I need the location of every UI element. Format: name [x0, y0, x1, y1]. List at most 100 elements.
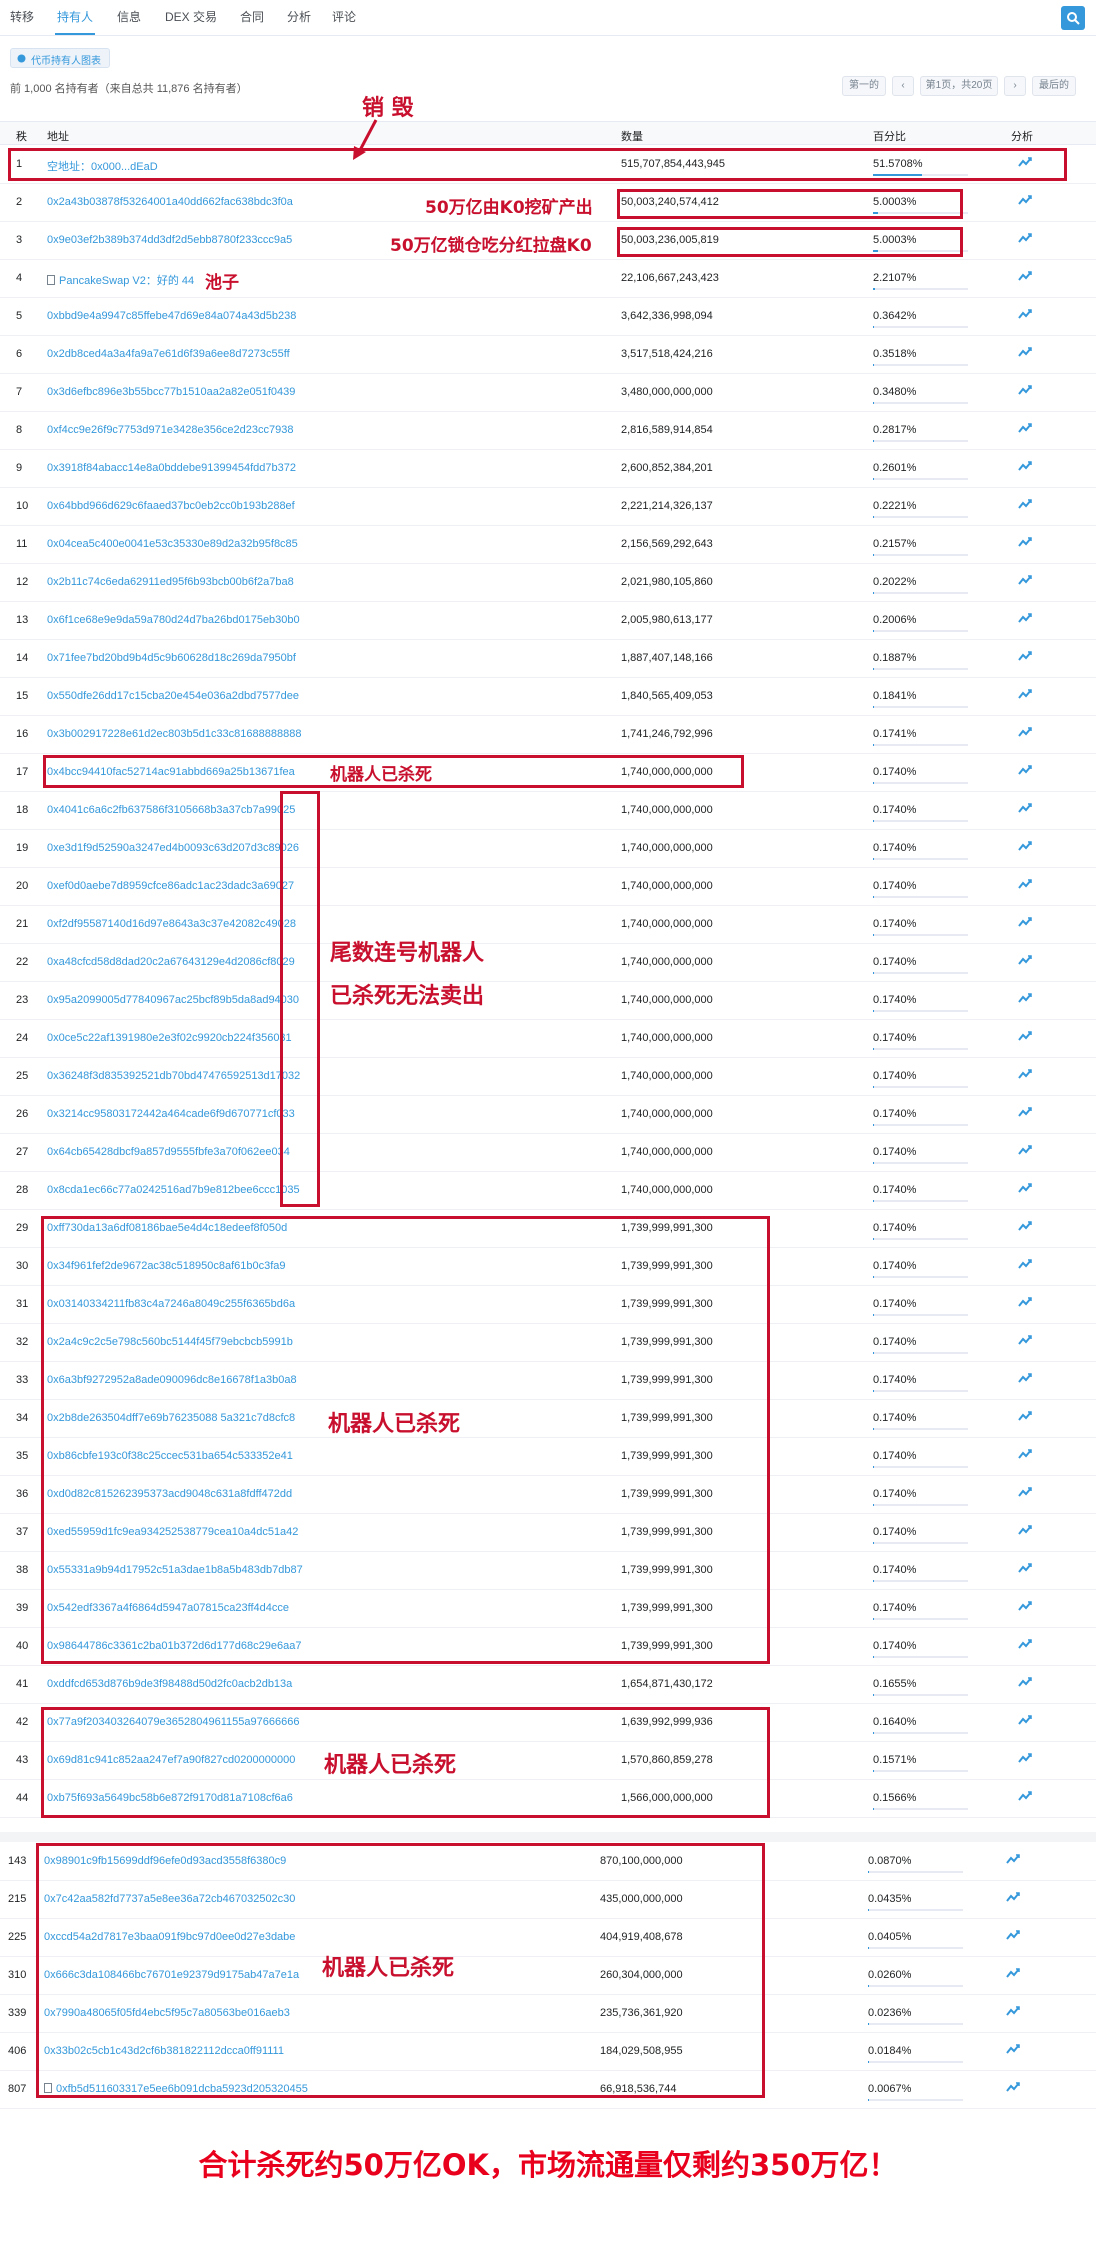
analytics-chart-icon[interactable]	[1018, 1258, 1032, 1273]
tab-analytics[interactable]: 分析	[287, 8, 311, 25]
analytics-chart-icon[interactable]	[1018, 1638, 1032, 1653]
analytics-chart-icon[interactable]	[1018, 1144, 1032, 1159]
analytics-chart-icon[interactable]	[1018, 536, 1032, 551]
address-link[interactable]: PancakeSwap V2：好的 44	[47, 272, 194, 288]
pager-first-button[interactable]: 第一的	[842, 76, 886, 96]
analytics-chart-icon[interactable]	[1018, 878, 1032, 893]
analytics-chart-icon[interactable]	[1018, 1182, 1032, 1197]
address-link[interactable]: 0x6f1ce68e9e9da59a780d24d7ba26bd0175eb30…	[47, 614, 300, 626]
address-link[interactable]: 0xf4cc9e26f9c7753d971e3428e356ce2d23cc79…	[47, 424, 294, 436]
address-link[interactable]: 0x3d6efbc896e3b55bcc77b1510aa2a82e051f04…	[47, 386, 295, 398]
analytics-chart-icon[interactable]	[1018, 1714, 1032, 1729]
analytics-chart-icon[interactable]	[1018, 194, 1032, 209]
analytics-chart-icon[interactable]	[1018, 1410, 1032, 1425]
address-link[interactable]: 0xef0d0aebe7d8959cfce86adc1ac23dadc3a690…	[47, 880, 294, 892]
token-holders-chart-button[interactable]: 代币持有人图表	[10, 48, 110, 68]
percentage-cell: 0.0870%	[868, 1855, 912, 1867]
address-link[interactable]: 0x71fee7bd20bd9b4d5c9b60628d18c269da7950…	[47, 652, 296, 664]
pager-next-button[interactable]: ›	[1004, 76, 1026, 96]
analytics-chart-icon[interactable]	[1018, 650, 1032, 665]
analytics-chart-icon[interactable]	[1018, 1372, 1032, 1387]
address-link[interactable]: 0x550dfe26dd17c15cba20e454e036a2dbd7577d…	[47, 690, 299, 702]
address-link[interactable]: 0xa48cfcd58d8dad20c2a67643129e4d2086cf80…	[47, 956, 295, 968]
analytics-chart-icon[interactable]	[1006, 2081, 1020, 2096]
address-link[interactable]: 0x0ce5c22af1391980e2e3f02c9920cb224f3560…	[47, 1032, 292, 1044]
analytics-chart-icon[interactable]	[1018, 802, 1032, 817]
address-link[interactable]: 0x36248f3d835392521db70bd47476592513d170…	[47, 1070, 300, 1082]
address-link[interactable]: 0xbbd9e4a9947c85ffebe47d69e84a074a43d5b2…	[47, 310, 296, 322]
pie-chart-icon	[17, 54, 26, 63]
address-link[interactable]: 0x04cea5c400e0041e53c35330e89d2a32b95f8c…	[47, 538, 298, 550]
tab-comments[interactable]: 评论	[332, 8, 356, 25]
tab-dex-trades[interactable]: DEX 交易	[165, 8, 217, 25]
search-button[interactable]	[1061, 6, 1085, 30]
analytics-chart-icon[interactable]	[1018, 232, 1032, 247]
analytics-chart-icon[interactable]	[1018, 1030, 1032, 1045]
analytics-chart-icon[interactable]	[1018, 992, 1032, 1007]
address-link[interactable]: 0x2a43b03878f53264001a40dd662fac638bdc3f…	[47, 196, 293, 208]
table-row: 15 0x550dfe26dd17c15cba20e454e036a2dbd757…	[0, 678, 1096, 716]
analytics-chart-icon[interactable]	[1018, 1486, 1032, 1501]
analytics-chart-icon[interactable]	[1018, 1106, 1032, 1121]
address-link[interactable]: 0x3214cc95803172442a464cade6f9d670771cf0…	[47, 1108, 295, 1120]
address-link[interactable]: 0x2db8ced4a3a4fa9a7e61d6f39a6ee8d7273c55…	[47, 348, 290, 360]
percentage-cell: 0.1571%	[873, 1754, 917, 1766]
analytics-chart-icon[interactable]	[1006, 2043, 1020, 2058]
address-link[interactable]: 0x64cb65428dbcf9a857d9555fbfe3a70f062ee0…	[47, 1146, 290, 1158]
analytics-chart-icon[interactable]	[1018, 688, 1032, 703]
analytics-chart-icon[interactable]	[1018, 1676, 1032, 1691]
analytics-chart-icon[interactable]	[1018, 840, 1032, 855]
analytics-chart-icon[interactable]	[1018, 384, 1032, 399]
analytics-chart-icon[interactable]	[1018, 764, 1032, 779]
analytics-chart-icon[interactable]	[1018, 574, 1032, 589]
tab-transfers[interactable]: 转移	[10, 8, 34, 25]
analytics-chart-icon[interactable]	[1018, 308, 1032, 323]
analytics-chart-icon[interactable]	[1018, 270, 1032, 285]
tab-contract[interactable]: 合同	[240, 8, 264, 25]
analytics-chart-icon[interactable]	[1006, 1853, 1020, 1868]
address-link[interactable]: 0x95a2099005d77840967ac25bcf89b5da8ad940…	[47, 994, 299, 1006]
analytics-chart-icon[interactable]	[1018, 612, 1032, 627]
analytics-chart-icon[interactable]	[1018, 460, 1032, 475]
analytics-chart-icon[interactable]	[1018, 1334, 1032, 1349]
analytics-chart-icon[interactable]	[1018, 1790, 1032, 1805]
address-text: 0x2b11c74c6eda62911ed95f6b93bcb00b6f2a7b…	[47, 576, 294, 588]
address-link[interactable]: 0x3918f84abacc14e8a0bddebe91399454fdd7b3…	[47, 462, 296, 474]
quantity-cell: 1,740,000,000,000	[621, 956, 713, 968]
address-link[interactable]: 0x3b002917228e61d2ec803b5d1c33c816888888…	[47, 728, 301, 740]
analytics-chart-icon[interactable]	[1018, 1220, 1032, 1235]
analytics-chart-icon[interactable]	[1006, 1967, 1020, 1982]
analytics-chart-icon[interactable]	[1018, 1296, 1032, 1311]
analytics-chart-icon[interactable]	[1018, 1600, 1032, 1615]
percentage-bar	[873, 896, 968, 898]
address-link[interactable]: 0x2b11c74c6eda62911ed95f6b93bcb00b6f2a7b…	[47, 576, 294, 588]
rank-cell: 11	[16, 538, 28, 550]
analytics-chart-icon[interactable]	[1018, 954, 1032, 969]
analytics-chart-icon[interactable]	[1018, 498, 1032, 513]
analytics-chart-icon[interactable]	[1018, 1524, 1032, 1539]
analytics-chart-icon[interactable]	[1006, 2005, 1020, 2020]
analytics-chart-icon[interactable]	[1018, 422, 1032, 437]
analytics-chart-icon[interactable]	[1018, 1068, 1032, 1083]
percentage-bar	[873, 972, 968, 974]
analytics-chart-icon[interactable]	[1006, 1891, 1020, 1906]
pager-prev-button[interactable]: ‹	[892, 76, 914, 96]
analytics-chart-icon[interactable]	[1018, 1562, 1032, 1577]
address-link[interactable]: 0xddfcd653d876b9de3f98488d50d2fc0acb2db1…	[47, 1678, 292, 1690]
address-link[interactable]: 0x9e03ef2b389b374dd3df2d5ebb8780f233ccc9…	[47, 234, 292, 246]
address-link[interactable]: 0x8cda1ec66c77a0242516ad7b9e812bee6ccc10…	[47, 1184, 300, 1196]
address-link[interactable]: 0x64bbd966d629c6faaed37bc0eb2cc0b193b288…	[47, 500, 295, 512]
analytics-chart-icon[interactable]	[1018, 1752, 1032, 1767]
analytics-chart-icon[interactable]	[1018, 726, 1032, 741]
address-link[interactable]: 0xf2df95587140d16d97e8643a3c37e42082c490…	[47, 918, 296, 930]
tab-holders[interactable]: 持有人	[57, 8, 93, 25]
analytics-chart-icon[interactable]	[1018, 916, 1032, 931]
percentage-bar-fill	[868, 1985, 869, 1987]
pager-last-button[interactable]: 最后的	[1032, 76, 1076, 96]
analytics-chart-icon[interactable]	[1006, 1929, 1020, 1944]
address-link[interactable]: 0xe3d1f9d52590a3247ed4b0093c63d207d3c890…	[47, 842, 299, 854]
address-link[interactable]: 0x4041c6a6c2fb637586f3105668b3a37cb7a990…	[47, 804, 295, 816]
tab-info[interactable]: 信息	[117, 8, 141, 25]
analytics-chart-icon[interactable]	[1018, 346, 1032, 361]
analytics-chart-icon[interactable]	[1018, 1448, 1032, 1463]
